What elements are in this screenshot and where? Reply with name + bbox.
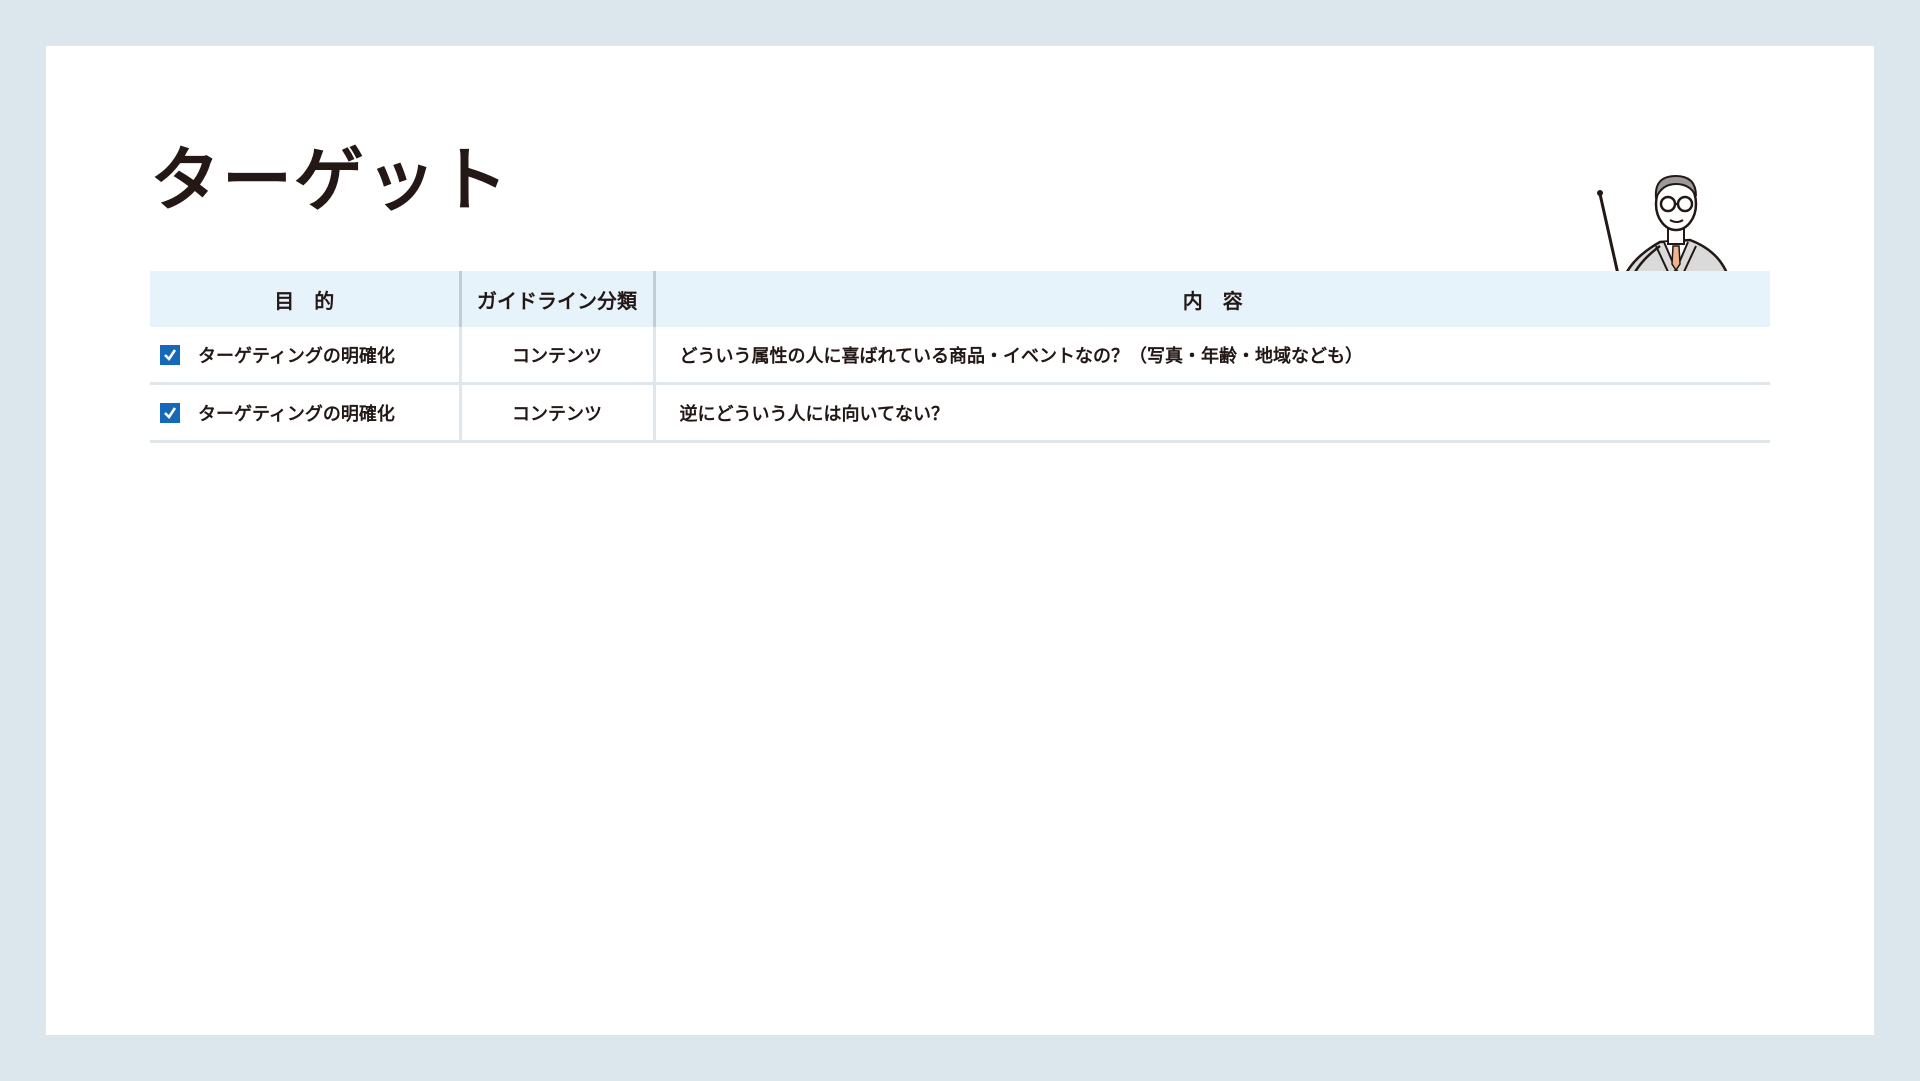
purpose-label: ターゲティングの明確化 <box>198 403 395 425</box>
target-table: 目 的 ガイドライン分類 内 容 ターゲティングの明確化 コンテンツ どういう属… <box>150 271 1770 443</box>
header-purpose: 目 的 <box>150 271 462 327</box>
header-guideline: ガイドライン分類 <box>460 271 656 327</box>
content-cell: 逆にどういう人には向いてない？ <box>654 383 1770 443</box>
purpose-cell: ターゲティングの明確化 <box>150 327 462 385</box>
table-row: ターゲティングの明確化 コンテンツ どういう属性の人に喜ばれている商品・イベント… <box>150 327 1770 385</box>
guideline-cell: コンテンツ <box>460 383 656 443</box>
slide: ターゲット 目 的 ガイドライン分類 内 容 ターゲティングの明確化 コンテンツ… <box>46 46 1874 1035</box>
guideline-cell: コンテンツ <box>460 327 656 385</box>
table-row: ターゲティングの明確化 コンテンツ 逆にどういう人には向いてない？ <box>150 383 1770 443</box>
table-header-row: 目 的 ガイドライン分類 内 容 <box>150 271 1770 327</box>
checked-checkbox-icon[interactable] <box>160 344 180 365</box>
purpose-cell: ターゲティングの明確化 <box>150 383 462 443</box>
content-cell: どういう属性の人に喜ばれている商品・イベントなの？（写真・年齢・地域なども） <box>654 327 1770 385</box>
checked-checkbox-icon[interactable] <box>160 402 180 423</box>
header-content: 内 容 <box>654 271 1770 327</box>
page-title: ターゲット <box>150 139 510 221</box>
purpose-label: ターゲティングの明確化 <box>198 345 395 367</box>
